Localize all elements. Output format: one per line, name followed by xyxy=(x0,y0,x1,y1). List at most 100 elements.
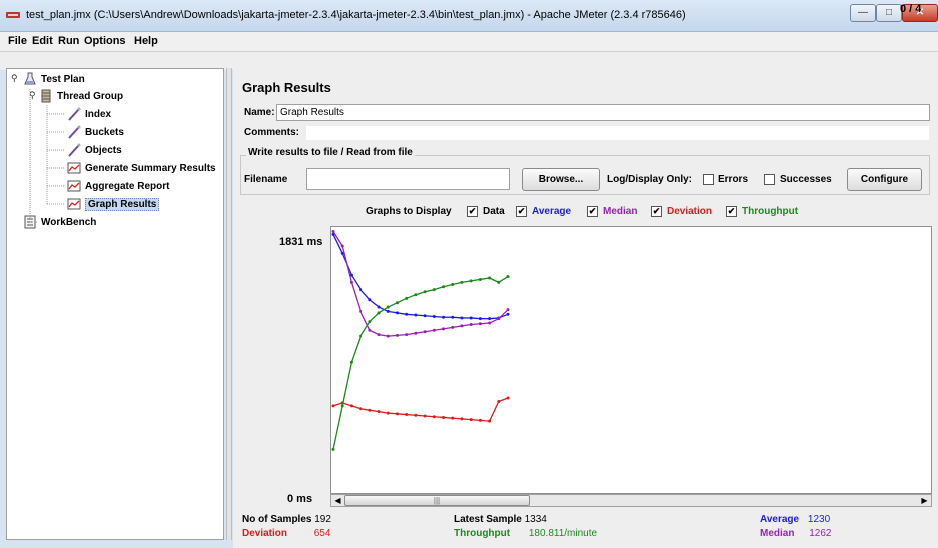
median-line-segment xyxy=(397,334,407,337)
throughput-checkbox[interactable]: ✔ xyxy=(726,206,737,217)
listener-icon xyxy=(67,198,81,210)
minimize-button[interactable]: — xyxy=(850,4,876,22)
throughput-line-segment xyxy=(480,277,490,281)
deviation-line-segment xyxy=(378,411,389,414)
menu-edit[interactable]: Edit xyxy=(32,35,53,47)
expand-handle-icon[interactable]: ⚲ xyxy=(29,90,36,101)
average-line-segment xyxy=(360,289,371,301)
tree-item-aggregate-report[interactable]: Aggregate Report xyxy=(67,178,169,194)
throughput-line-segment xyxy=(471,278,481,282)
tree-item-graph-results[interactable]: Graph Results xyxy=(67,196,160,212)
median-value: 1262 xyxy=(809,528,832,539)
median-line-segment xyxy=(415,331,426,334)
throughput-line-segment xyxy=(332,405,343,450)
tree-item-thread-group[interactable]: Thread Group xyxy=(39,88,123,104)
scroll-left-arrow-icon[interactable]: ◀ xyxy=(331,495,344,506)
median-line-segment xyxy=(452,325,463,329)
menu-run[interactable]: Run xyxy=(58,35,79,47)
deviation-line-segment xyxy=(443,416,453,419)
deviation-line-segment xyxy=(360,408,370,411)
y-axis-min-label: 0 ms xyxy=(287,493,313,505)
deviation-line-segment xyxy=(471,418,481,422)
throughput-line-segment xyxy=(498,275,509,283)
name-field[interactable]: Graph Results xyxy=(276,104,930,121)
latest-sample-label: Latest Sample xyxy=(454,514,522,525)
tree-item-index[interactable]: Index xyxy=(67,106,111,122)
tree-item-generate-summary-results[interactable]: Generate Summary Results xyxy=(67,160,216,176)
tree-item-buckets[interactable]: Buckets xyxy=(67,124,124,140)
throughput-line-segment xyxy=(387,302,398,308)
median-line-segment xyxy=(388,334,398,337)
median-line-segment xyxy=(434,328,444,331)
throughput-line-segment xyxy=(415,291,426,296)
throughput-line-segment xyxy=(350,335,362,363)
tree-item-label: Buckets xyxy=(85,126,124,138)
median-line-segment xyxy=(471,323,481,326)
graph-plot xyxy=(331,230,510,451)
tree-item-workbench[interactable]: WorkBench xyxy=(23,214,96,230)
comments-field[interactable] xyxy=(305,125,930,141)
average-checkbox[interactable]: ✔ xyxy=(516,206,527,217)
panel-splitter[interactable] xyxy=(226,68,232,540)
deviation-line-segment xyxy=(406,413,416,416)
average-toggle-label: Average xyxy=(532,206,572,217)
average-stat: Average 1230 xyxy=(760,514,830,525)
scroll-thumb[interactable]: ||| xyxy=(344,495,530,506)
throughput-line-segment xyxy=(369,312,380,323)
throughput-line-segment xyxy=(406,294,417,299)
errors-label: Errors xyxy=(718,174,749,185)
name-label: Name: xyxy=(244,107,275,118)
tree-item-label: Objects xyxy=(85,144,122,156)
samples-stat: No of Samples 192 xyxy=(242,514,331,525)
median-line-segment xyxy=(461,323,472,327)
menu-options[interactable]: Options xyxy=(84,35,126,47)
latest-sample-stat: Latest Sample 1334 xyxy=(454,514,547,525)
filename-label: Filename xyxy=(244,174,288,185)
errors-checkbox[interactable] xyxy=(703,174,714,185)
browse-button[interactable]: Browse... xyxy=(522,168,600,191)
configure-button[interactable]: Configure xyxy=(847,168,922,191)
y-axis-max-label: 1831 ms xyxy=(279,236,323,248)
median-label: Median xyxy=(760,528,795,539)
menu-file[interactable]: File xyxy=(8,35,27,47)
average-value: 1230 xyxy=(807,514,831,525)
test-plan-tree[interactable]: ⚲ Test Plan ⚲ Thread Group Index Buckets xyxy=(6,68,224,540)
throughput-line-segment xyxy=(434,286,444,291)
comments-label: Comments: xyxy=(244,127,300,138)
expand-handle-icon[interactable]: ⚲ xyxy=(11,73,18,84)
deviation-line-segment xyxy=(351,405,361,410)
deviation-line-segment xyxy=(397,413,407,416)
successes-checkbox[interactable] xyxy=(764,174,775,185)
deviation-checkbox[interactable]: ✔ xyxy=(651,206,662,217)
test-plan-icon xyxy=(24,72,36,85)
throughput-line-segment xyxy=(424,288,435,293)
filename-input[interactable] xyxy=(306,168,510,190)
deviation-line-segment xyxy=(415,414,426,417)
deviation-line-segment xyxy=(488,401,500,422)
thread-counter: 0 / 4 xyxy=(900,3,922,15)
graph-toggle-throughput[interactable]: ✔ Throughput xyxy=(726,206,798,217)
maximize-button[interactable]: □ xyxy=(876,4,902,22)
average-line-segment xyxy=(369,299,380,308)
graph-toggle-average[interactable]: ✔ Average xyxy=(516,206,571,217)
log-display-only-label: Log/Display Only: xyxy=(607,174,693,185)
throughput-toggle-label: Throughput xyxy=(742,206,799,217)
graph-toggle-deviation[interactable]: ✔ Deviation xyxy=(651,206,712,217)
throughput-value: 180.811/minute xyxy=(528,528,598,539)
tree-item-test-plan[interactable]: Test Plan xyxy=(23,71,85,87)
throughput-label: Throughput xyxy=(454,528,511,539)
tree-item-objects[interactable]: Objects xyxy=(67,142,122,158)
deviation-stat: Deviation 654 xyxy=(242,528,330,539)
average-line-segment xyxy=(452,316,462,319)
data-checkbox[interactable]: ✔ xyxy=(467,206,478,217)
sampler-icon xyxy=(68,125,81,139)
median-line-segment xyxy=(360,311,371,331)
median-checkbox[interactable]: ✔ xyxy=(587,206,598,217)
graph-toggle-data[interactable]: ✔ Data xyxy=(467,206,505,217)
latest-sample-value: 1334 xyxy=(524,514,547,525)
deviation-line-segment xyxy=(434,416,444,419)
graph-toggle-median[interactable]: ✔ Median xyxy=(587,206,637,217)
menu-help[interactable]: Help xyxy=(134,35,158,47)
deviation-value: 654 xyxy=(313,528,331,539)
scroll-right-arrow-icon[interactable]: ▶ xyxy=(918,495,931,506)
